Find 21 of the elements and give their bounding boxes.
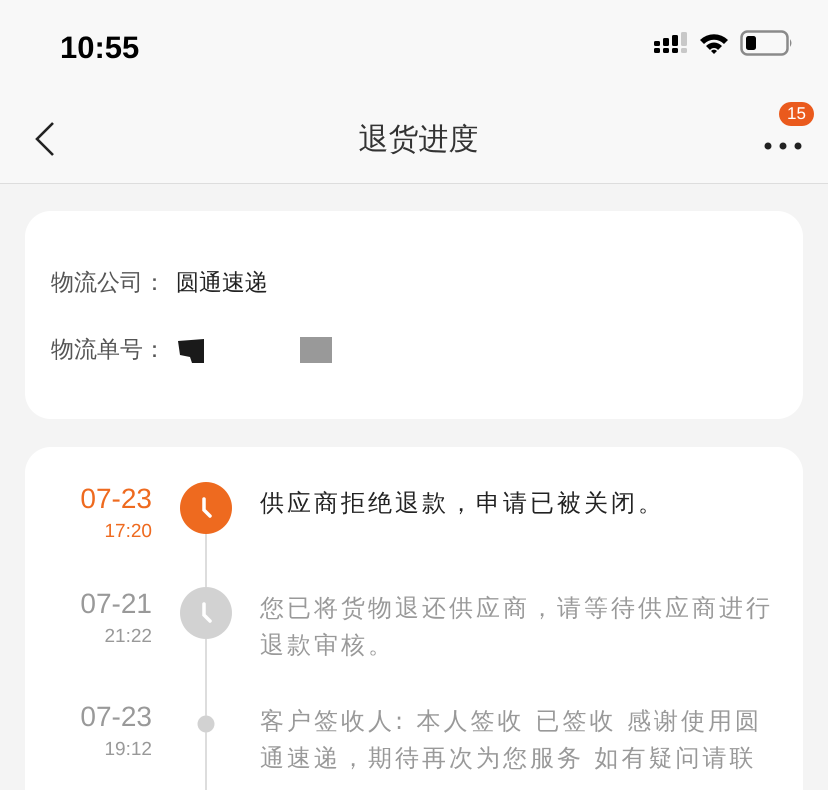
event-time: 19:12 [104,739,152,761]
redaction-mark [176,336,206,362]
status-time: 10:55 [60,30,140,66]
event-description: 您已将货物退还供应商，请等待供应商进行退款审核。 [260,593,773,661]
event-date: 07-23 [80,483,152,515]
tracking-label: 物流单号： [51,336,166,365]
event-time: 21:22 [104,626,152,648]
company-name: 圆通速递 [176,269,268,298]
event-time: 17:20 [104,521,152,543]
company-label: 物流公司： [51,269,166,298]
page-title: 退货进度 [358,120,478,158]
signal-icon [654,32,688,54]
notification-badge: 15 [779,102,814,126]
back-icon[interactable] [34,121,56,157]
event-description: 客户签收人: 本人签收 已签收 感谢使用圆通速递，期待再次为您服务 如有疑问请联 [260,706,763,774]
event-date: 07-21 [80,588,152,620]
battery-icon [740,30,794,56]
more-icon[interactable] [763,140,803,150]
event-description: 供应商拒绝退款，申请已被关闭。 [260,488,666,519]
redaction-mark [300,336,332,362]
event-date: 07-23 [80,701,152,733]
